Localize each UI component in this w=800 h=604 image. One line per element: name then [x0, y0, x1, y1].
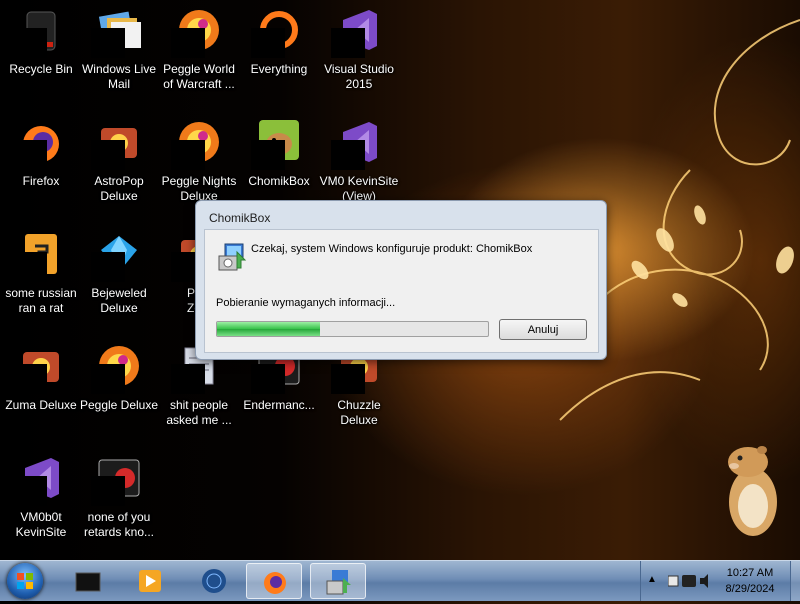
visual-studio-icon	[331, 118, 383, 170]
desktop-icon[interactable]: Visual Studio 2015	[317, 0, 401, 112]
search-icon	[251, 6, 303, 58]
dialog-title: ChomikBox	[209, 211, 271, 225]
speaker-icon	[700, 574, 708, 588]
status-message: Pobieranie wymaganych informacji...	[216, 297, 396, 309]
desktop-icon[interactable]: Peggle Deluxe	[77, 336, 161, 448]
taskbar-button-media-player[interactable]	[122, 563, 178, 599]
desktop-icon-label: ChomikBox	[248, 174, 310, 188]
desktop-icon-label: VM0b0t KevinSite	[15, 510, 67, 539]
network-icon	[668, 575, 679, 587]
redaction-block	[13, 476, 47, 506]
redaction-block	[171, 28, 205, 58]
desktop-icon-label: Windows Live Mail	[81, 62, 157, 91]
desktop-icon-label: Peggle World of Warcraft ...	[163, 62, 235, 91]
desktop-icon[interactable]: VM0b0t KevinSite	[0, 448, 83, 560]
desktop-icon-label: some russian ran a rat	[5, 286, 77, 315]
globe-icon	[200, 567, 228, 595]
desktop-icon[interactable]: Recycle Bin	[0, 0, 83, 112]
tray-icons[interactable]	[668, 571, 712, 591]
app-icon	[91, 454, 143, 506]
firefox-icon	[13, 118, 65, 170]
game-icon	[91, 118, 143, 170]
cancel-button[interactable]: Anuluj	[499, 319, 587, 340]
desktop-icon[interactable]: Peggle World of Warcraft ...	[157, 0, 241, 112]
redaction-block	[13, 364, 47, 394]
device-icon	[682, 575, 696, 587]
desktop-icon[interactable]: AstroPop Deluxe	[77, 112, 161, 224]
start-button[interactable]	[7, 563, 43, 599]
show-hidden-icons-button[interactable]: ▲	[647, 574, 657, 585]
desktop-icon-label: none of you retards kno...	[83, 510, 155, 539]
redaction-block	[91, 140, 125, 170]
desktop-icon[interactable]: Firefox	[0, 112, 83, 224]
tray-separator	[640, 561, 641, 601]
redaction-block	[91, 252, 125, 282]
redaction-block	[91, 476, 125, 506]
redaction-block	[171, 140, 205, 170]
desktop-icon-label: Everything	[250, 62, 308, 76]
desktop-icon-label: Bejeweled Deluxe	[91, 286, 147, 315]
desktop-icon-label: Visual Studio 2015	[324, 62, 394, 91]
recycle-bin-icon	[13, 6, 65, 58]
clock-time: 10:27 AM	[726, 567, 774, 579]
firefox-icon	[261, 568, 289, 596]
desktop-icon-label: Firefox	[22, 174, 60, 188]
redaction-block	[331, 364, 365, 394]
install-message: Czekaj, system Windows konfiguruje produ…	[251, 243, 533, 255]
installer-icon	[325, 568, 353, 596]
progress-bar	[216, 321, 489, 337]
redaction-block	[251, 140, 285, 170]
redaction-block	[91, 364, 125, 394]
desktop-icon[interactable]: none of you retards kno...	[77, 448, 161, 560]
redaction-block	[171, 364, 205, 394]
redaction-block	[13, 140, 47, 170]
desktop-icon[interactable]: some russian ran a rat	[0, 224, 83, 336]
redaction-block	[251, 364, 285, 394]
media-player-icon	[136, 567, 164, 595]
taskbar-button-globe[interactable]	[186, 563, 242, 599]
dialog-body: Czekaj, system Windows konfiguruje produ…	[204, 229, 599, 353]
visual-studio-icon	[331, 6, 383, 58]
taskbar-button-terminal[interactable]	[60, 563, 116, 599]
desktop-icon[interactable]: Bejeweled Deluxe	[77, 224, 161, 336]
show-desktop-button[interactable]	[790, 561, 800, 601]
redaction-block	[91, 28, 125, 58]
desktop-icon-label: AstroPop Deluxe	[94, 174, 144, 203]
desktop-icon-label: Zuma Deluxe	[5, 398, 77, 412]
redaction-block	[251, 28, 285, 58]
document-icon	[13, 230, 65, 282]
visual-studio-icon	[13, 454, 65, 506]
clock[interactable]: 10:27 AM 8/29/2024	[720, 565, 780, 597]
desktop-icon[interactable]: Windows Live Mail	[77, 0, 161, 112]
desktop-icon-label: Endermanc...	[243, 398, 315, 412]
chomikbox-installer-dialog[interactable]: ChomikBox Czekaj, system Windows konfigu…	[195, 200, 607, 360]
redaction-block	[331, 28, 365, 58]
redaction-block	[13, 252, 47, 282]
peggle-icon	[91, 342, 143, 394]
progress-fill	[217, 322, 320, 336]
desktop-icon-label: shit people asked me ...	[166, 398, 232, 427]
clock-date: 8/29/2024	[725, 583, 775, 595]
taskbar: ▲ 10:27 AM 8/29/2024	[0, 560, 800, 601]
chomikbox-icon	[251, 118, 303, 170]
installer-icon	[218, 243, 247, 271]
taskbar-button-firefox[interactable]	[246, 563, 302, 599]
desktop-icon-label: Recycle Bin	[9, 62, 73, 76]
peggle-icon	[171, 118, 223, 170]
windows-logo-icon	[17, 573, 33, 589]
hamster-image	[728, 446, 777, 536]
desktop-icon[interactable]: Zuma Deluxe	[0, 336, 83, 448]
desktop-icon-label: Peggle Deluxe	[79, 398, 159, 412]
redaction-block	[331, 140, 365, 170]
peggle-icon	[171, 6, 223, 58]
desktop-icon[interactable]: Everything	[237, 0, 321, 112]
game-icon	[13, 342, 65, 394]
taskbar-button-installer[interactable]	[310, 563, 366, 599]
desktop-icon-label: Chuzzle Deluxe	[337, 398, 381, 427]
redaction-block	[13, 28, 47, 58]
gem-icon	[91, 230, 143, 282]
mail-icon	[91, 6, 143, 58]
terminal-icon	[74, 567, 102, 595]
